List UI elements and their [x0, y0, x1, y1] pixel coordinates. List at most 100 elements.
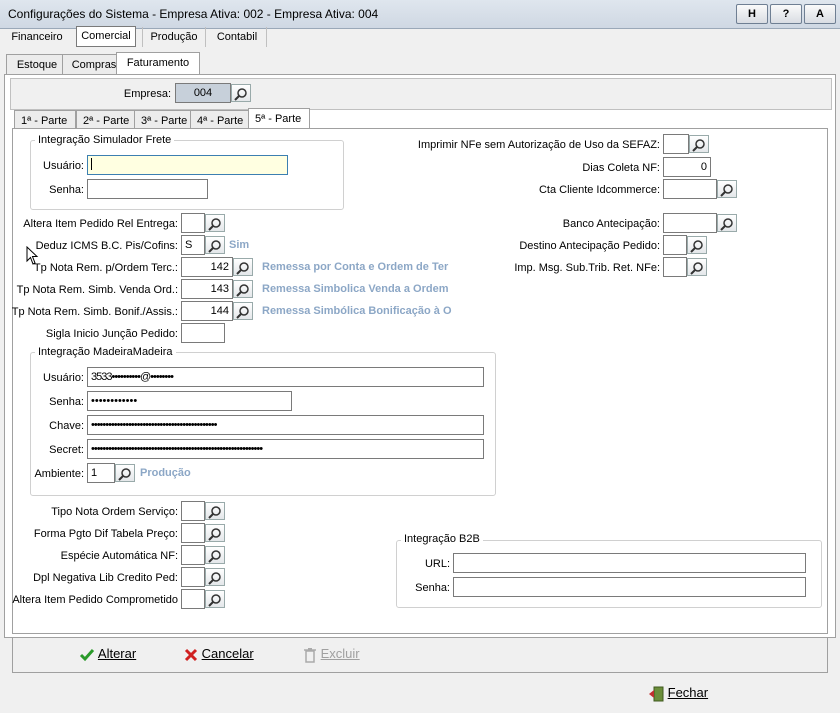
main-tabs: Financeiro Comercial Produção Contabil: [4, 26, 834, 47]
tp-nota-simb-venda-input[interactable]: 143: [181, 279, 233, 299]
sigla-input[interactable]: [181, 323, 225, 343]
tab-financeiro[interactable]: Financeiro: [4, 27, 70, 47]
deduz-icms-input[interactable]: S: [181, 235, 205, 255]
forma-pgto-input[interactable]: [181, 523, 205, 543]
b2b-title: Integração B2B: [401, 533, 483, 545]
search-icon[interactable]: [205, 568, 225, 586]
especie-automatica-label: Espécie Automática NF:: [60, 550, 178, 562]
help-h-button[interactable]: H: [736, 4, 768, 24]
empresa-label: Empresa:: [123, 88, 171, 100]
madeira-usuario-label: Usuário:: [43, 372, 84, 384]
search-icon[interactable]: [717, 180, 737, 198]
fechar-button[interactable]: Fechar: [648, 682, 708, 704]
tp-nota-simb-bonif-desc: Remessa Simbólica Bonificação à O: [262, 305, 452, 317]
imp-msg-input[interactable]: [663, 257, 687, 277]
dpl-negativa-input[interactable]: [181, 567, 205, 587]
dias-coleta-label: Dias Coleta NF:: [582, 162, 660, 174]
madeira-chave-input[interactable]: ••••••••••••••••••••••••••••••••••••••••…: [87, 415, 484, 435]
help-question-button[interactable]: ?: [770, 4, 802, 24]
madeira-secret-input[interactable]: ••••••••••••••••••••••••••••••••••••••••…: [87, 439, 484, 459]
madeira-ambiente-input[interactable]: 1: [87, 463, 115, 483]
excluir-label: Excluir: [320, 646, 360, 661]
cancelar-label: Cancelar: [201, 646, 254, 661]
madeira-chave-label: Chave:: [49, 420, 84, 432]
madeira-senha-input[interactable]: ••••••••••••: [87, 391, 292, 411]
search-icon[interactable]: [689, 135, 709, 153]
imprimir-nfe-input[interactable]: [663, 134, 689, 154]
search-icon[interactable]: [205, 590, 225, 608]
deduz-icms-desc: Sim: [229, 239, 250, 251]
imprimir-nfe-label: Imprimir NFe sem Autorização de Uso da S…: [417, 139, 660, 151]
search-icon[interactable]: [205, 236, 225, 254]
part-tabs: 1ª - Parte 2ª - Parte 3ª - Parte 4ª - Pa…: [14, 108, 834, 131]
imp-msg-label: Imp. Msg. Sub.Trib. Ret. NFe:: [514, 262, 660, 274]
tab-contabil[interactable]: Contabil: [208, 27, 267, 47]
alterar-button[interactable]: Alterar: [79, 643, 136, 665]
tp-nota-rem-input[interactable]: 142: [181, 257, 233, 277]
madeira-usuario-input[interactable]: 3533••••••••••@••••••••: [87, 367, 484, 387]
window-title: Configurações do Sistema - Empresa Ativa…: [8, 7, 379, 21]
frete-usuario-input[interactable]: [87, 155, 288, 175]
sigla-label: Sigla Inicio Junção Pedido:: [45, 328, 178, 340]
tp-nota-simb-bonif-label: Tp Nota Rem. Simb. Bonif./Assis.:: [11, 306, 178, 318]
excluir-button[interactable]: Excluir: [303, 643, 360, 665]
altera-comprometido-label: Altera Item Pedido Comprometido: [12, 594, 178, 606]
simulador-frete-group: [30, 140, 344, 210]
title-bar: Configurações do Sistema - Empresa Ativa…: [0, 0, 840, 29]
tab-estoque[interactable]: Estoque: [6, 54, 68, 75]
search-icon[interactable]: [233, 280, 253, 298]
alterar-label: Alterar: [97, 646, 137, 661]
frete-usuario-label: Usuário:: [43, 160, 84, 172]
tp-nota-simb-venda-label: Tp Nota Rem. Simb. Venda Ord.:: [16, 284, 178, 296]
destino-antecipacao-input[interactable]: [663, 235, 687, 255]
madeira-ambiente-label: Ambiente:: [34, 468, 84, 480]
search-icon[interactable]: [717, 214, 737, 232]
cta-cliente-label: Cta Cliente Idcommerce:: [538, 184, 660, 196]
search-icon[interactable]: [205, 214, 225, 232]
frete-senha-label: Senha:: [49, 184, 84, 196]
mouse-cursor-icon: [26, 245, 40, 269]
b2b-url-label: URL:: [424, 558, 450, 570]
a-button[interactable]: A: [804, 4, 836, 24]
b2b-senha-input[interactable]: [453, 577, 806, 597]
destino-antecipacao-label: Destino Antecipação Pedido:: [519, 240, 660, 252]
tab-producao[interactable]: Produção: [142, 27, 206, 47]
search-icon[interactable]: [205, 502, 225, 520]
tp-nota-simb-venda-desc: Remessa Simbolica Venda a Ordem: [262, 283, 449, 295]
exit-door-icon: [649, 686, 664, 702]
forma-pgto-label: Forma Pgto Dif Tabela Preço:: [33, 528, 178, 540]
b2b-senha-label: Senha:: [415, 582, 450, 594]
x-icon: [184, 648, 198, 661]
search-icon[interactable]: [231, 84, 251, 102]
madeira-ambiente-desc: Produção: [140, 467, 191, 479]
frete-senha-input[interactable]: [87, 179, 208, 199]
search-icon[interactable]: [205, 524, 225, 542]
cta-cliente-input[interactable]: [663, 179, 717, 199]
tp-nota-simb-bonif-input[interactable]: 144: [181, 301, 233, 321]
tab-faturamento[interactable]: Faturamento: [116, 52, 200, 75]
especie-automatica-input[interactable]: [181, 545, 205, 565]
fechar-label: Fechar: [667, 685, 709, 700]
dias-coleta-input[interactable]: 0: [663, 157, 711, 177]
search-icon[interactable]: [687, 258, 707, 276]
trash-icon: [304, 647, 316, 663]
b2b-group: [396, 540, 822, 608]
banco-antecipacao-label: Banco Antecipação:: [562, 218, 660, 230]
empresa-field[interactable]: 004: [175, 83, 231, 103]
altera-item-input[interactable]: [181, 213, 205, 233]
altera-item-label: Altera Item Pedido Rel Entrega:: [23, 218, 178, 230]
tipo-nota-os-input[interactable]: [181, 501, 205, 521]
altera-comprometido-input[interactable]: [181, 589, 205, 609]
madeira-secret-label: Secret:: [49, 444, 84, 456]
search-icon[interactable]: [205, 546, 225, 564]
search-icon[interactable]: [233, 258, 253, 276]
tab-comercial[interactable]: Comercial: [76, 26, 136, 47]
empresa-bar: Empresa: 004: [10, 78, 832, 110]
dpl-negativa-label: Dpl Negativa Lib Credito Ped:: [33, 572, 178, 584]
cancelar-button[interactable]: Cancelar: [184, 643, 254, 665]
search-icon[interactable]: [233, 302, 253, 320]
search-icon[interactable]: [115, 464, 135, 482]
banco-antecipacao-input[interactable]: [663, 213, 717, 233]
b2b-url-input[interactable]: [453, 553, 806, 573]
search-icon[interactable]: [687, 236, 707, 254]
